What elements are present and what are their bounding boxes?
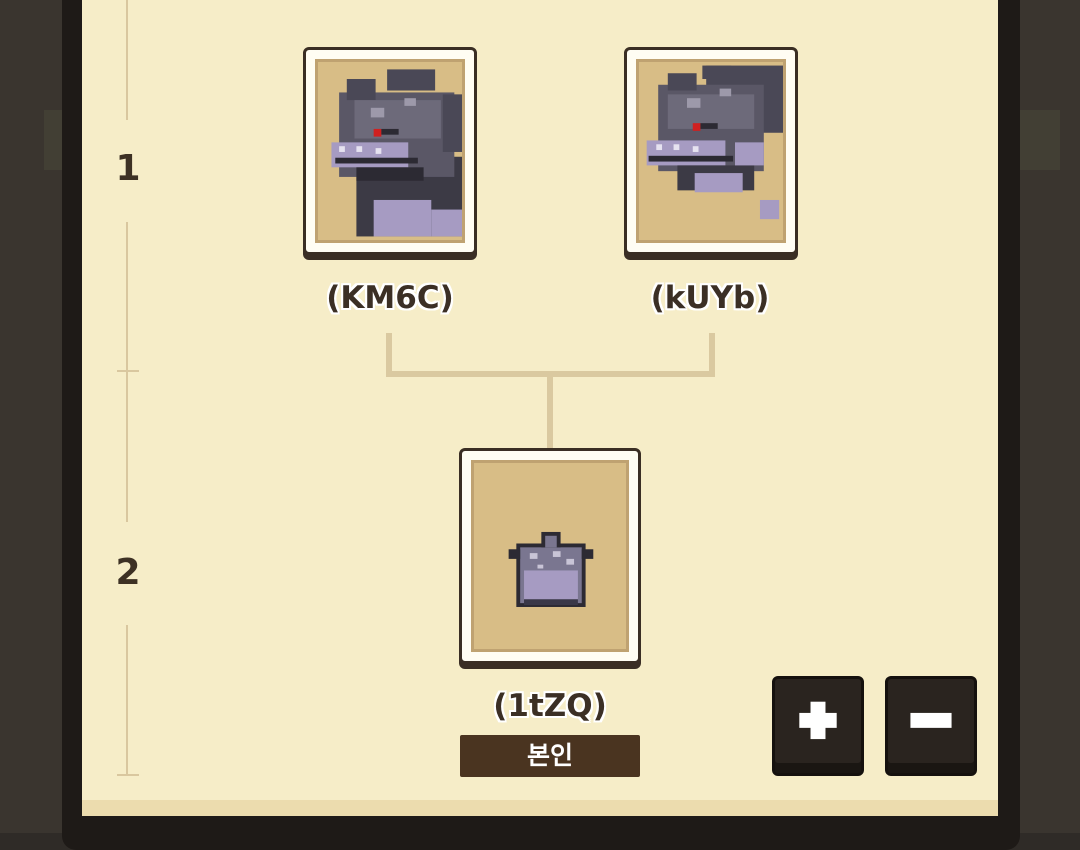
- generation-label-2: 2: [115, 552, 141, 593]
- child-card[interactable]: [459, 448, 641, 664]
- panel-bottom-edge: [82, 800, 998, 816]
- grey-dragon-crouching-icon: [646, 65, 783, 220]
- parent-card-1[interactable]: [303, 47, 477, 255]
- self-badge: 본인: [460, 735, 640, 777]
- tree-connector: [547, 377, 553, 449]
- parent-card-2[interactable]: [624, 47, 798, 255]
- portrait-frame: [471, 460, 629, 652]
- generation-label-1: 1: [115, 148, 141, 189]
- background-foliage: [1020, 110, 1060, 170]
- portrait-frame: [315, 59, 465, 243]
- generation-axis-line: [126, 222, 128, 522]
- portrait-frame: [636, 59, 786, 243]
- grey-dragon-portrait-icon: [331, 69, 462, 237]
- parent-id-label-2: (kUYb): [650, 280, 770, 316]
- minus-icon: [910, 712, 952, 728]
- generation-axis-line: [126, 0, 128, 120]
- generation-axis-tick: [117, 774, 139, 776]
- plus-icon: [799, 701, 837, 740]
- grey-dragon-egg-icon: [508, 531, 594, 607]
- generation-axis-line: [126, 625, 128, 775]
- child-id-label: (1tZQ): [493, 688, 607, 724]
- generation-axis-tick: [117, 370, 139, 372]
- parent-id-label-1: (KM6C): [326, 280, 454, 316]
- zoom-out-button[interactable]: [885, 676, 977, 776]
- zoom-in-button[interactable]: [772, 676, 864, 776]
